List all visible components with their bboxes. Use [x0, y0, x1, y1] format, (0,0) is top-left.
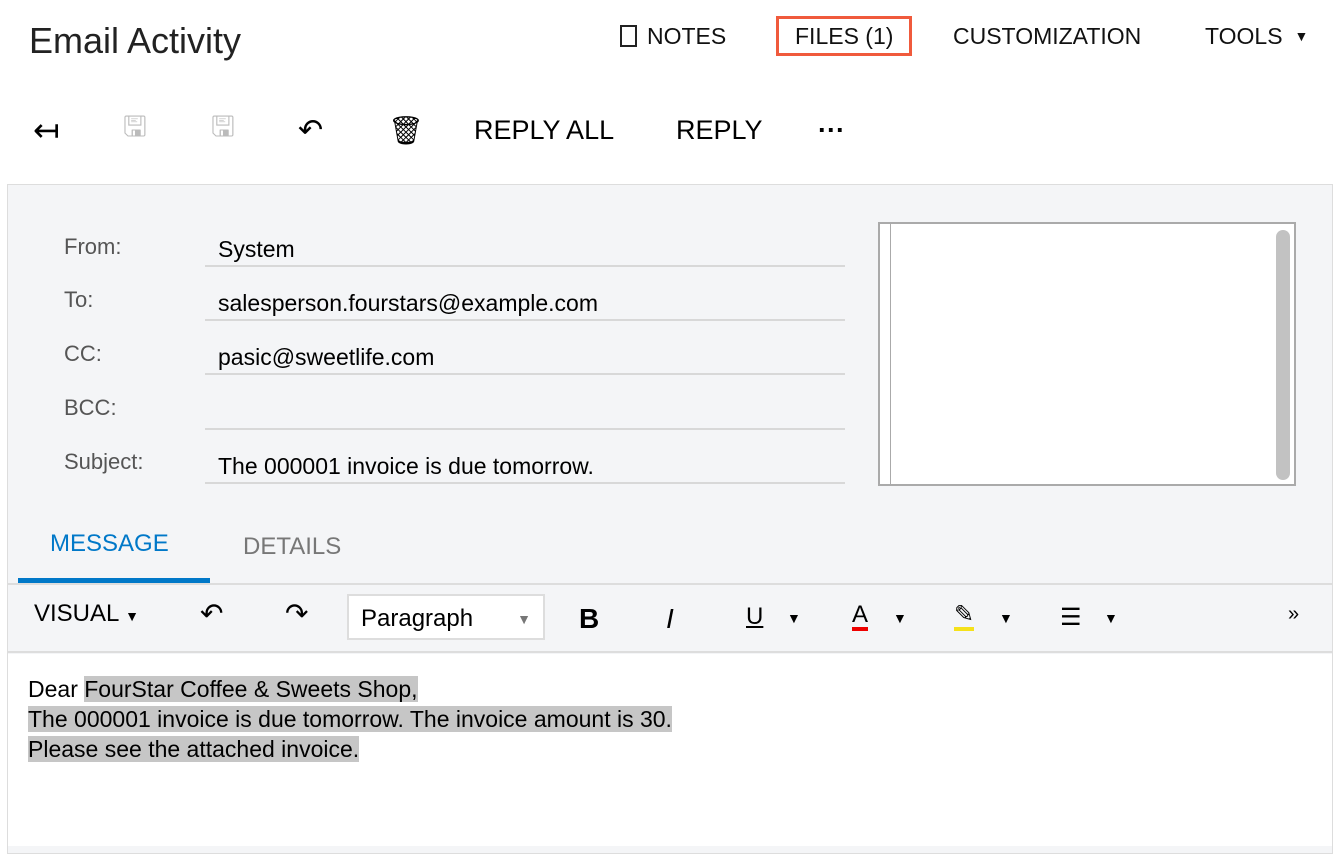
body-line: Please see the attached invoice.: [28, 736, 360, 762]
mode-select[interactable]: VISUAL ▼: [34, 600, 139, 628]
trash-icon[interactable]: 🗑: [388, 110, 424, 150]
text-color-button[interactable]: A: [852, 603, 869, 631]
bold-button[interactable]: B: [579, 603, 599, 635]
message-editor[interactable]: Dear FourStar Coffee & Sweets Shop, The …: [8, 654, 1332, 846]
align-icon[interactable]: ☰: [1060, 603, 1082, 632]
document-icon: [620, 25, 637, 47]
cc-field[interactable]: pasic@sweetlife.com: [205, 339, 845, 375]
subject-label: Subject:: [64, 449, 144, 474]
body-line: Dear: [28, 676, 85, 702]
customization-button[interactable]: CUSTOMIZATION: [953, 14, 1141, 58]
scrollbar[interactable]: [1276, 230, 1290, 480]
save-icon[interactable]: 🖫: [211, 110, 235, 150]
mode-label: VISUAL: [34, 600, 119, 627]
redo-icon[interactable]: ↷: [285, 597, 308, 630]
italic-button[interactable]: I: [666, 603, 674, 635]
bcc-label: BCC:: [64, 395, 117, 420]
body-line: The 000001 invoice is due tomorrow. The …: [28, 706, 672, 732]
to-label: To:: [64, 287, 94, 312]
cc-label: CC:: [64, 341, 102, 366]
notes-label: NOTES: [647, 22, 727, 49]
tools-label: TOOLS: [1205, 22, 1283, 49]
chevron-down-icon: ▼: [125, 608, 140, 624]
save-close-icon[interactable]: 🖫: [123, 110, 147, 150]
from-label: From:: [64, 234, 122, 259]
bcc-field[interactable]: [205, 394, 845, 430]
undo-icon[interactable]: ↶: [298, 110, 323, 150]
files-button[interactable]: FILES (1): [776, 16, 913, 56]
subject-field[interactable]: The 000001 invoice is due tomorrow.: [205, 448, 845, 484]
page-title: Email Activity: [29, 20, 242, 61]
chevron-down-icon: ▼: [1294, 28, 1309, 44]
more-button[interactable]: ···: [818, 110, 845, 150]
undo-icon[interactable]: ↶: [200, 597, 223, 630]
highlight-icon[interactable]: ✎: [954, 603, 975, 631]
body-line-highlight: FourStar Coffee & Sweets Shop,: [84, 676, 418, 702]
reply-button[interactable]: REPLY: [676, 110, 763, 150]
tab-message[interactable]: MESSAGE: [50, 530, 169, 558]
chevron-down-icon[interactable]: ▼: [893, 610, 907, 626]
attachments-box: [878, 222, 1296, 486]
format-label: Paragraph: [361, 605, 474, 632]
from-field[interactable]: System: [205, 231, 845, 267]
format-select[interactable]: Paragraph ▼: [347, 594, 545, 640]
chevron-down-icon: ▼: [517, 611, 531, 627]
chevron-down-icon[interactable]: ▼: [787, 610, 801, 626]
tab-details[interactable]: DETAILS: [243, 533, 341, 561]
back-icon[interactable]: ↤: [33, 110, 60, 150]
notes-button[interactable]: NOTES: [620, 14, 726, 58]
chevron-down-icon[interactable]: ▼: [999, 610, 1013, 626]
expand-toolbar-icon[interactable]: »: [1288, 603, 1299, 626]
reply-all-button[interactable]: REPLY ALL: [474, 110, 614, 150]
to-field[interactable]: salesperson.fourstars@example.com: [205, 285, 845, 321]
tools-menu[interactable]: TOOLS ▼: [1205, 14, 1308, 58]
chevron-down-icon[interactable]: ▼: [1104, 610, 1118, 626]
underline-button[interactable]: U: [746, 603, 763, 631]
